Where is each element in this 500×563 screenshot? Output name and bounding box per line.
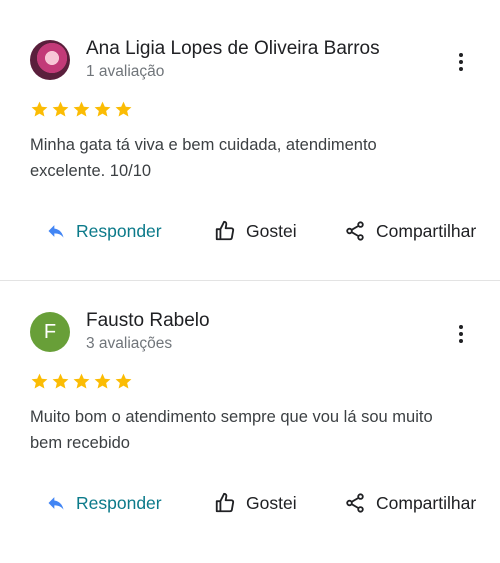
review-actions: Responder Gostei Compartilhar — [0, 216, 500, 246]
review-card: F Fausto Rabelo 3 avaliações Muito bom o… — [0, 272, 500, 544]
share-button[interactable]: Compartilhar — [344, 488, 476, 518]
reply-icon — [46, 221, 66, 241]
star-icon — [114, 372, 133, 391]
star-icon — [51, 372, 70, 391]
reply-icon — [46, 493, 66, 513]
avatar[interactable]: F — [30, 312, 70, 352]
share-icon — [344, 220, 366, 242]
avatar[interactable] — [30, 40, 70, 80]
author-name[interactable]: Ana Ligia Lopes de Oliveira Barros — [86, 38, 380, 60]
reply-label: Responder — [76, 220, 162, 241]
share-icon — [344, 492, 366, 514]
star-icon — [30, 100, 49, 119]
like-label: Gostei — [246, 492, 297, 513]
review-actions: Responder Gostei Compartilhar — [0, 488, 500, 518]
share-button[interactable]: Compartilhar — [344, 216, 476, 246]
more-vert-icon[interactable] — [452, 323, 470, 345]
star-icon — [30, 372, 49, 391]
thumb-up-icon — [214, 492, 236, 514]
star-icon — [93, 372, 112, 391]
review-card: Ana Ligia Lopes de Oliveira Barros 1 ava… — [0, 0, 500, 272]
like-label: Gostei — [246, 220, 297, 241]
star-icon — [72, 372, 91, 391]
star-icon — [114, 100, 133, 119]
star-icon — [93, 100, 112, 119]
more-vert-icon[interactable] — [452, 51, 470, 73]
author-name[interactable]: Fausto Rabelo — [86, 310, 210, 332]
share-label: Compartilhar — [376, 492, 477, 513]
star-rating — [30, 100, 133, 119]
star-icon — [72, 100, 91, 119]
reply-label: Responder — [76, 492, 162, 513]
star-rating — [30, 372, 133, 391]
like-button[interactable]: Gostei — [214, 488, 297, 518]
share-label: Compartilhar — [376, 220, 477, 241]
star-icon — [51, 100, 70, 119]
reply-button[interactable]: Responder — [46, 488, 162, 518]
thumb-up-icon — [214, 220, 236, 242]
review-count: 1 avaliação — [86, 63, 165, 80]
review-text: Muito bom o atendimento sempre que vou l… — [30, 408, 433, 452]
reply-button[interactable]: Responder — [46, 216, 162, 246]
like-button[interactable]: Gostei — [214, 216, 297, 246]
review-count: 3 avaliações — [86, 335, 173, 352]
review-text: Minha gata tá viva e bem cuidada, atendi… — [30, 136, 377, 180]
